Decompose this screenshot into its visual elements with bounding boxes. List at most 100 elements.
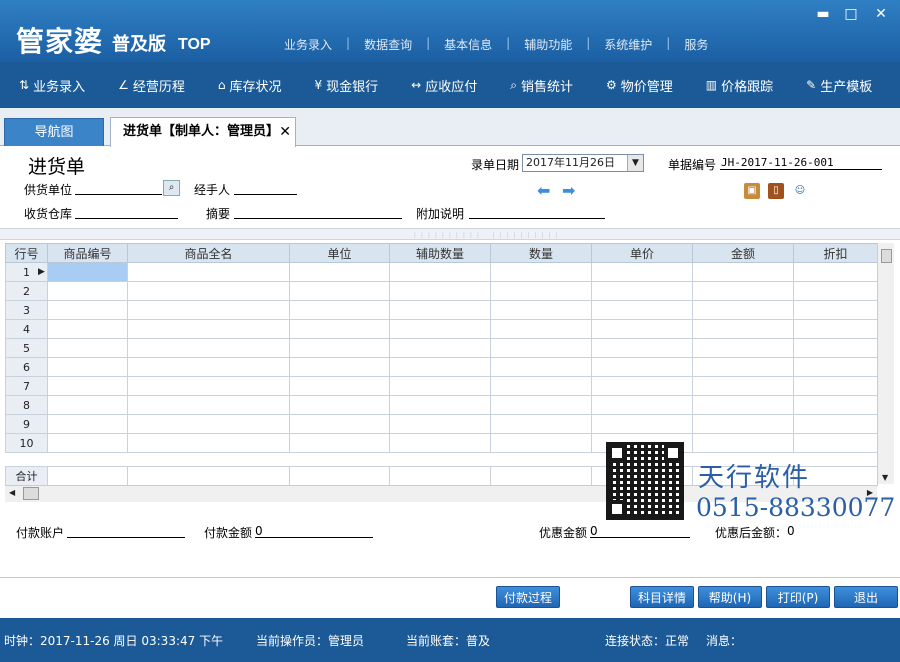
toolbar-business-history[interactable]: ∠ 经营历程 xyxy=(99,76,185,95)
grid-cell[interactable] xyxy=(127,395,290,415)
col-header-row-no[interactable]: 行号 xyxy=(5,243,48,263)
grid-cell[interactable] xyxy=(47,281,128,301)
help-button[interactable]: 帮助(H) xyxy=(698,586,762,608)
col-header-discount[interactable]: 折扣 xyxy=(793,243,878,263)
grid-cell[interactable] xyxy=(591,338,693,358)
close-icon[interactable]: ✕ xyxy=(870,6,892,22)
toolbar-receivable-payable[interactable]: ↔ 应收应付 xyxy=(392,76,477,95)
table-row[interactable]: 6 xyxy=(5,357,878,377)
grid-cell[interactable] xyxy=(127,319,290,339)
top-nav-item-system-maintenance[interactable]: 系统维护 xyxy=(596,36,660,53)
top-nav-item-service[interactable]: 服务 xyxy=(676,36,716,53)
col-header-product-name[interactable]: 商品全名 xyxy=(127,243,290,263)
grid-vertical-scrollbar[interactable]: ▼ xyxy=(877,243,894,484)
grid-cell[interactable] xyxy=(591,319,693,339)
next-arrow-icon[interactable]: ➡ xyxy=(562,181,575,200)
grid-cell[interactable] xyxy=(47,395,128,415)
pay-account-input[interactable] xyxy=(67,537,185,538)
splitter-handle[interactable]: ⋮⋮⋮⋮⋮⋮⋮⋮⋮⋮ ⋮⋮⋮⋮⋮⋮⋮⋮⋮⋮ xyxy=(0,228,900,240)
grid-cell[interactable] xyxy=(127,338,290,358)
grid-cell[interactable] xyxy=(692,338,794,358)
col-header-product-code[interactable]: 商品编号 xyxy=(47,243,128,263)
grid-cell[interactable] xyxy=(692,357,794,377)
grid-cell[interactable] xyxy=(47,376,128,396)
grid-cell[interactable] xyxy=(591,300,693,320)
grid-cell[interactable] xyxy=(289,357,390,377)
grid-cell[interactable] xyxy=(490,300,592,320)
grid-cell[interactable] xyxy=(793,395,878,415)
top-nav-item-basic-info[interactable]: 基本信息 xyxy=(436,36,500,53)
grid-cell[interactable] xyxy=(289,433,390,453)
grid-cell[interactable] xyxy=(47,433,128,453)
grid-cell[interactable] xyxy=(127,357,290,377)
grid-cell[interactable] xyxy=(591,414,693,434)
grid-cell[interactable] xyxy=(389,319,491,339)
grid-cell[interactable] xyxy=(591,357,693,377)
grid-cell[interactable] xyxy=(389,433,491,453)
minimize-icon[interactable]: ▬ xyxy=(812,6,834,22)
date-picker[interactable]: 2017年11月26日 ▼ xyxy=(522,154,644,172)
prev-arrow-icon[interactable]: ⬅ xyxy=(537,181,550,200)
grid-cell[interactable] xyxy=(47,414,128,434)
grid-cell[interactable] xyxy=(47,262,128,282)
grid-cell[interactable] xyxy=(127,433,290,453)
toolbar-sales-stats[interactable]: ⌕ 销售统计 xyxy=(491,76,573,95)
grid-cell[interactable] xyxy=(289,262,390,282)
grid-cell[interactable] xyxy=(490,376,592,396)
scroll-left-icon[interactable]: ◀ xyxy=(9,488,15,497)
table-row[interactable]: 3 xyxy=(5,300,878,320)
toolbar-cash-bank[interactable]: ¥ 现金银行 xyxy=(296,76,379,95)
table-row[interactable]: 7 xyxy=(5,376,878,396)
col-header-unit[interactable]: 单位 xyxy=(289,243,390,263)
grid-cell[interactable] xyxy=(289,281,390,301)
grid-cell[interactable] xyxy=(47,319,128,339)
grid-cell[interactable] xyxy=(389,338,491,358)
table-row[interactable]: 4 xyxy=(5,319,878,339)
toolbar-business-entry[interactable]: ⇅ 业务录入 xyxy=(0,76,85,95)
scroll-thumb[interactable] xyxy=(23,487,39,500)
maximize-icon[interactable]: □ xyxy=(840,6,862,22)
grid-cell[interactable] xyxy=(289,395,390,415)
grid-cell[interactable] xyxy=(389,376,491,396)
close-tab-icon[interactable]: ✕ xyxy=(279,118,291,146)
grid-cell[interactable] xyxy=(793,338,878,358)
toolbar-price-management[interactable]: ⚙ 物价管理 xyxy=(587,76,673,95)
supplier-search-button[interactable]: ⌕ xyxy=(163,180,180,196)
grid-cell[interactable] xyxy=(591,281,693,301)
grid-cell[interactable] xyxy=(793,433,878,453)
scroll-thumb[interactable] xyxy=(881,249,892,263)
grid-cell[interactable] xyxy=(490,395,592,415)
grid-cell[interactable] xyxy=(389,281,491,301)
grid-cell[interactable] xyxy=(389,262,491,282)
grid-cell[interactable] xyxy=(793,319,878,339)
grid-cell[interactable] xyxy=(793,357,878,377)
grid-cell[interactable] xyxy=(490,414,592,434)
grid-cell[interactable] xyxy=(793,376,878,396)
top-nav-item-aux-functions[interactable]: 辅助功能 xyxy=(516,36,580,53)
grid-cell[interactable] xyxy=(793,262,878,282)
col-header-amount[interactable]: 金额 xyxy=(692,243,794,263)
grid-cell[interactable] xyxy=(127,414,290,434)
grid-cell[interactable] xyxy=(692,319,794,339)
grid-cell[interactable] xyxy=(289,300,390,320)
grid-cell[interactable] xyxy=(289,376,390,396)
grid-cell[interactable] xyxy=(289,338,390,358)
grid-cell[interactable] xyxy=(389,300,491,320)
grid-cell[interactable] xyxy=(490,281,592,301)
grid-cell[interactable] xyxy=(793,300,878,320)
table-row[interactable]: 2 xyxy=(5,281,878,301)
grid-cell[interactable] xyxy=(289,414,390,434)
col-header-aux-qty[interactable]: 辅助数量 xyxy=(389,243,491,263)
grid-cell[interactable] xyxy=(127,300,290,320)
grid-cell[interactable] xyxy=(127,376,290,396)
handler-input[interactable] xyxy=(234,194,297,195)
toolbar-production-template[interactable]: ✎ 生产模板 xyxy=(787,76,872,95)
col-header-unit-price[interactable]: 单价 xyxy=(591,243,693,263)
print-button[interactable]: 打印(P) xyxy=(766,586,830,608)
grid-cell[interactable] xyxy=(47,357,128,377)
grid-cell[interactable] xyxy=(793,414,878,434)
grid-cell[interactable] xyxy=(389,414,491,434)
scroll-down-icon[interactable]: ▼ xyxy=(882,473,888,482)
col-header-qty[interactable]: 数量 xyxy=(490,243,592,263)
tab-purchase-order[interactable]: 进货单【制单人：管理员】 ✕ xyxy=(110,117,296,147)
